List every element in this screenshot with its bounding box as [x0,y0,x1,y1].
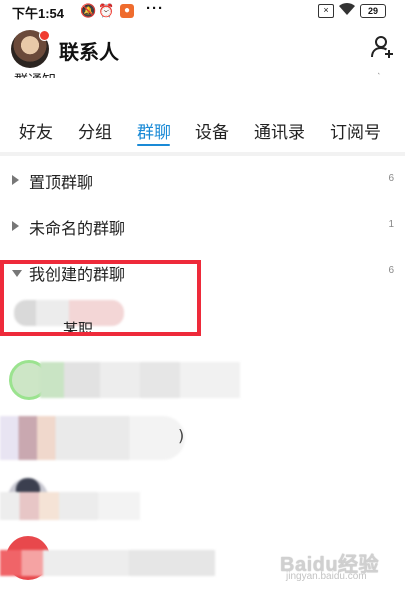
tab-friends[interactable]: 好友 [19,118,53,143]
list-item[interactable]: ) [0,410,405,466]
list-item[interactable] [0,352,405,408]
baidu-jingyan-watermark: Baidu经验 jingyan.baidu.com [280,548,398,584]
chat-name-redacted [40,362,240,398]
contact-tabs: 好友 分组 群聊 设备 通讯录 订阅号 [0,112,405,148]
chat-name-redacted [0,492,140,520]
tab-devices[interactable]: 设备 [195,118,229,143]
tab-subscriptions[interactable]: 订阅号 [330,118,381,143]
group-section-count: 1 [388,219,394,230]
app-notification-icon: ● [120,4,134,18]
no-sim-icon: × [318,4,334,18]
caret-right-icon [12,175,19,185]
chat-name: ) [178,426,185,445]
watermark-url: jingyan.baidu.com [286,571,367,582]
group-section-label: 置顶群聊 [29,173,94,192]
page-title: 联系人 [59,40,119,64]
group-section-label: 未命名的群聊 [29,219,126,238]
group-notification-row[interactable]: 群通知 [14,70,56,78]
more-notifications-icon: ··· [146,0,164,17]
chevron-right-icon: › [377,68,382,82]
status-bar: 下午1:54 🔕 ⏰ ● ··· × 29 [0,0,405,22]
wifi-icon [338,2,356,19]
divider [0,152,405,156]
group-section-unnamed[interactable]: 未命名的群聊 1 [0,213,405,241]
highlight-box [0,260,201,336]
chat-name-redacted [0,416,185,460]
group-section-pinned[interactable]: 置顶群聊 6 [0,167,405,195]
bell-muted-icon: 🔕 [80,3,97,18]
tab-groups[interactable]: 分组 [78,118,112,143]
avatar-notification-dot [39,30,50,41]
group-section-count: 6 [388,173,394,184]
list-item[interactable] [0,468,405,524]
tab-group-chats[interactable]: 群聊 [137,118,171,143]
status-time: 下午1:54 [12,6,65,21]
tab-address-book[interactable]: 通讯录 [254,118,305,143]
add-contact-button[interactable] [370,34,396,60]
battery-icon: 29 [360,4,386,18]
group-section-count: 6 [388,265,394,276]
battery-level: 29 [367,6,378,16]
caret-right-icon [12,221,19,231]
active-tab-indicator [137,144,170,146]
alarm-icon: ⏰ [98,3,115,18]
add-person-icon [371,36,393,58]
page-header: 联系人 [0,24,405,70]
chat-name-redacted [0,550,215,576]
